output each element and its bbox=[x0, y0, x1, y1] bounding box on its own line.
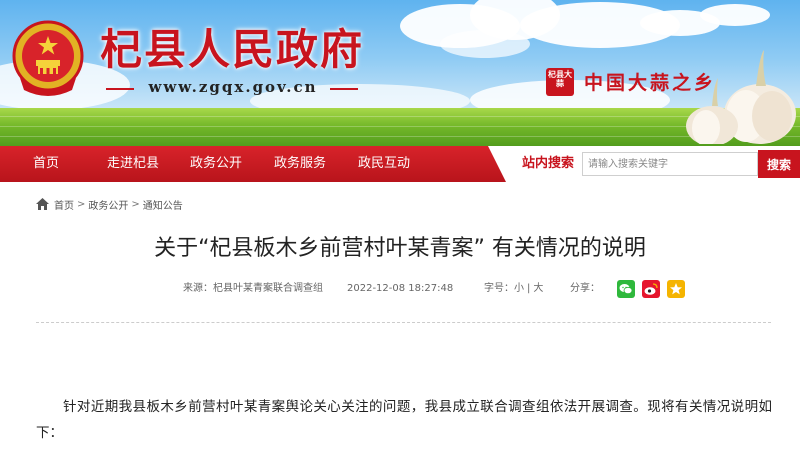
site-title: 杞县人民政府 bbox=[100, 25, 365, 74]
nav-item-home[interactable]: 首页 bbox=[0, 146, 92, 182]
search-input[interactable] bbox=[582, 152, 758, 176]
nav-item-gov-services[interactable]: 政务服务 bbox=[258, 146, 342, 182]
national-emblem-icon bbox=[12, 20, 84, 96]
main-nav: 首页 走进杞县 政务公开 政务服务 政民互动 站内搜索 搜索 bbox=[0, 146, 800, 182]
site-url: www.zgqx.gov.cn bbox=[148, 78, 318, 96]
share-label: 分享： bbox=[570, 283, 600, 294]
nav-item-interaction[interactable]: 政民互动 bbox=[342, 146, 426, 182]
content-divider bbox=[36, 322, 771, 323]
font-size-label: 字号： bbox=[484, 283, 514, 294]
font-size-control: 字号：小 | 大 bbox=[484, 281, 543, 297]
nav-items: 首页 走进杞县 政务公开 政务服务 政民互动 bbox=[0, 146, 426, 182]
url-rule-right bbox=[330, 88, 358, 90]
wechat-icon[interactable] bbox=[617, 280, 635, 298]
article-date: 2022-12-08 18:27:48 bbox=[347, 283, 454, 294]
article-source: 来源：杞县叶某青案联合调查组 bbox=[183, 283, 323, 294]
search-panel: 站内搜索 搜索 bbox=[488, 146, 800, 182]
search-label: 站内搜索 bbox=[522, 156, 575, 171]
breadcrumb: 首页 > 政务公开 > 通知公告 bbox=[36, 197, 183, 212]
cloud-decoration bbox=[440, 30, 530, 58]
breadcrumb-gov-affairs[interactable]: 政务公开 bbox=[88, 197, 128, 212]
font-small-link[interactable]: 小 bbox=[514, 283, 524, 294]
nav-item-about[interactable]: 走进杞县 bbox=[92, 146, 174, 182]
article-title: 关于“杞县板木乡前营村叶某青案” 有关情况的说明 bbox=[154, 236, 646, 261]
site-banner: 杞县人民政府 www.zgqx.gov.cn 杞县大蒜 中国大蒜之乡 bbox=[0, 0, 800, 146]
home-icon bbox=[36, 198, 49, 210]
breadcrumb-home[interactable]: 首页 bbox=[54, 197, 74, 212]
font-large-link[interactable]: 大 bbox=[533, 283, 543, 294]
garlic-seal-icon: 杞县大蒜 bbox=[546, 68, 574, 96]
font-size-separator: | bbox=[527, 283, 531, 294]
article-paragraph: 针对近期我县板木乡前营村叶某青案舆论关心关注的问题，我县成立联合调查组依法开展调… bbox=[36, 399, 772, 441]
search-button[interactable]: 搜索 bbox=[758, 150, 800, 178]
cloud-decoration bbox=[700, 4, 770, 26]
nav-item-gov-affairs[interactable]: 政务公开 bbox=[174, 146, 258, 182]
weibo-icon[interactable] bbox=[642, 280, 660, 298]
breadcrumb-separator: > bbox=[131, 198, 140, 210]
garlic-icon bbox=[686, 50, 796, 144]
favorite-icon[interactable] bbox=[667, 280, 685, 298]
breadcrumb-separator: > bbox=[77, 198, 86, 210]
breadcrumb-notices[interactable]: 通知公告 bbox=[143, 197, 183, 212]
